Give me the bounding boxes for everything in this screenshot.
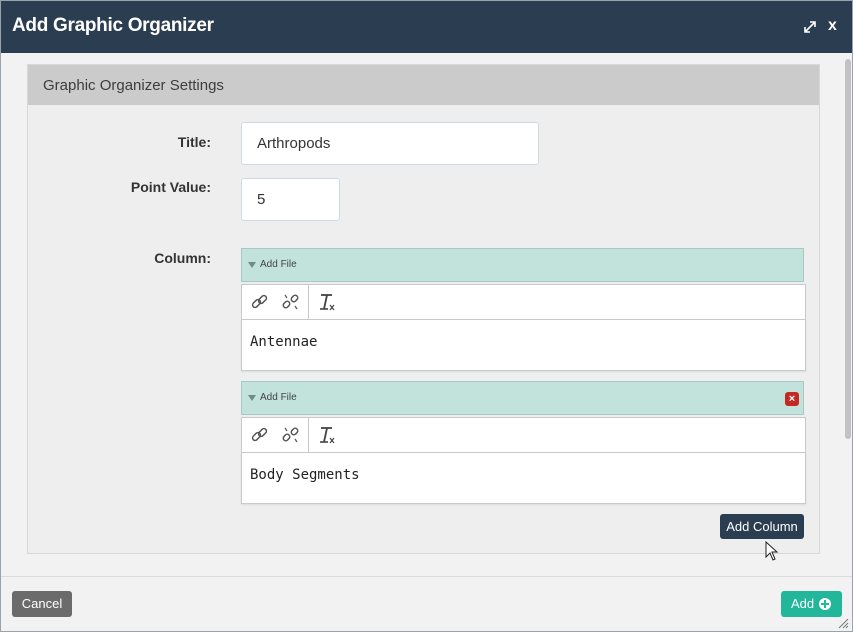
point-value-label: Point Value: [130, 179, 211, 195]
resize-grip-icon[interactable] [837, 617, 849, 629]
expand-icon[interactable] [801, 18, 819, 36]
expand-arrow-icon [248, 395, 256, 401]
dialog-title: Add Graphic Organizer [12, 15, 214, 36]
vertical-scrollbar[interactable] [843, 53, 852, 576]
panel-header: Graphic Organizer Settings [28, 65, 819, 105]
title-field-value: Arthropods [257, 135, 331, 152]
plus-circle-icon [819, 598, 831, 610]
cancel-button[interactable]: Cancel [12, 591, 72, 617]
point-value-field[interactable]: 5 [241, 178, 340, 221]
add-button[interactable]: Add [781, 591, 842, 617]
remove-format-icon[interactable] [317, 292, 339, 312]
add-graphic-organizer-dialog: Add Graphic Organizer x Graphic Organize… [0, 0, 853, 632]
link-icon[interactable] [249, 425, 271, 445]
column-editor[interactable]: Body Segments [241, 453, 806, 504]
add-file-bar[interactable]: Add File × [241, 381, 804, 415]
point-value-field-value: 5 [257, 191, 266, 208]
add-file-bar[interactable]: Add File [241, 248, 804, 282]
remove-format-icon[interactable] [317, 425, 339, 445]
toolbar-separator [308, 285, 309, 319]
scrollbar-thumb[interactable] [845, 59, 851, 439]
add-column-button[interactable]: Add Column [720, 514, 804, 539]
add-file-label: Add File [260, 259, 297, 270]
unlink-icon[interactable] [280, 292, 302, 312]
mouse-cursor-icon [765, 540, 779, 561]
dialog-titlebar: Add Graphic Organizer x [1, 1, 852, 53]
close-button[interactable]: x [828, 17, 837, 35]
dialog-footer: Cancel Add [1, 576, 852, 631]
link-icon[interactable] [249, 292, 271, 312]
unlink-icon[interactable] [280, 425, 302, 445]
editor-toolbar [241, 417, 806, 453]
title-field[interactable]: Arthropods [241, 122, 539, 165]
editor-toolbar [241, 284, 806, 320]
toolbar-separator [308, 418, 309, 452]
expand-arrow-icon [248, 262, 256, 268]
column-editor[interactable]: Antennae [241, 320, 806, 371]
column-editor-text: Body Segments [250, 467, 360, 483]
title-label: Title: [177, 134, 211, 150]
remove-column-icon[interactable]: × [785, 392, 799, 406]
panel-header-title: Graphic Organizer Settings [43, 77, 224, 94]
column-editor-text: Antennae [250, 334, 318, 350]
add-button-label: Add [791, 596, 815, 611]
add-file-label: Add File [260, 392, 297, 403]
column-label: Column: [154, 250, 211, 266]
